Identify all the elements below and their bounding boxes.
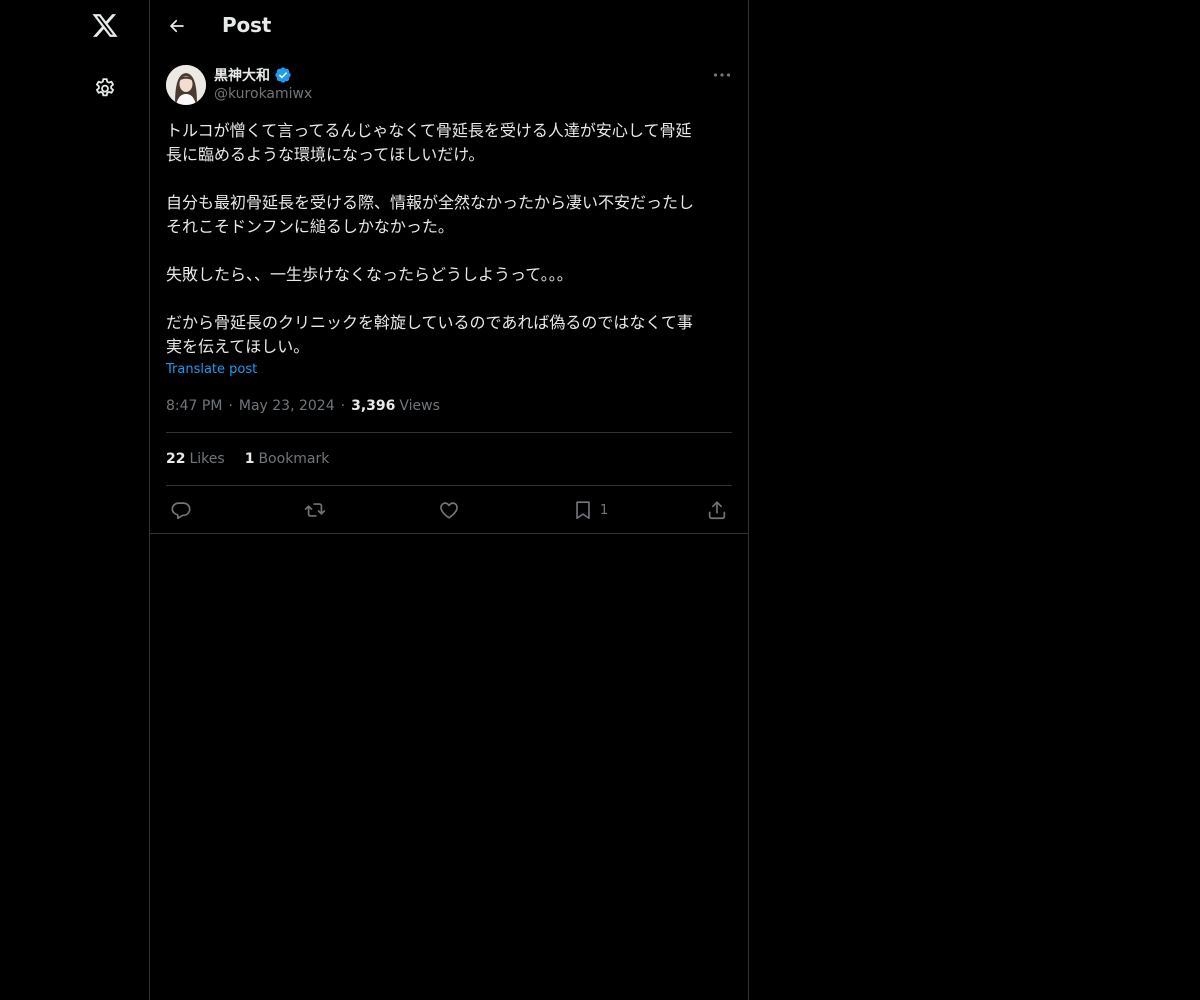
bookmarks-label: Bookmark xyxy=(258,451,330,467)
arrow-left-icon xyxy=(168,17,186,35)
divider xyxy=(166,432,732,433)
divider xyxy=(150,533,748,534)
repost-icon xyxy=(304,499,326,521)
x-logo-link[interactable] xyxy=(81,3,129,51)
page-title: Post xyxy=(222,13,272,37)
bookmarks-stat[interactable]: 1 Bookmark xyxy=(245,451,330,467)
likes-count: 22 xyxy=(166,451,186,467)
bookmark-icon xyxy=(572,499,594,521)
divider xyxy=(166,485,732,486)
name-row: 黒神大和 xyxy=(214,65,292,85)
post-time[interactable]: 8:47 PM xyxy=(166,398,222,414)
gear-icon xyxy=(93,75,117,99)
avatar[interactable] xyxy=(166,65,206,105)
repost-button[interactable] xyxy=(304,494,326,526)
action-bar: 1 xyxy=(166,494,734,526)
post-text: トルコが憎くて言ってるんじゃなくて骨延長を受ける人達が安心して骨延 長に臨めるよ… xyxy=(166,121,695,356)
like-button[interactable] xyxy=(438,494,460,526)
views-count: 3,396 xyxy=(351,398,396,414)
share-button[interactable] xyxy=(706,494,728,526)
views-label: Views xyxy=(399,398,440,414)
meta-separator: · xyxy=(228,398,233,414)
meta-separator: · xyxy=(340,398,346,414)
reply-button[interactable] xyxy=(170,494,192,526)
user-handle[interactable]: @kurokamiwx xyxy=(214,86,312,102)
share-icon xyxy=(706,499,728,521)
verified-badge-icon xyxy=(274,66,292,84)
post-header: Post xyxy=(150,0,748,53)
bookmarks-count: 1 xyxy=(244,451,255,467)
left-nav xyxy=(0,0,150,1000)
post-stats: 22 Likes 1 Bookmark xyxy=(166,449,329,469)
x-logo-icon xyxy=(91,14,119,40)
bookmark-count: 1 xyxy=(600,502,609,518)
likes-stat[interactable]: 22 Likes xyxy=(166,451,225,467)
settings-button[interactable] xyxy=(81,63,129,111)
translate-post-link[interactable]: Translate post xyxy=(166,362,257,377)
post-author: 黒神大和 @kurokamiwx xyxy=(166,64,734,108)
post-column: Post 黒神大和 @kurokamiwx トルコが憎くて言ってるんじゃなくて骨… xyxy=(149,0,749,1000)
post-meta: 8:47 PM · May 23, 2024 · 3,396 Views xyxy=(166,396,734,416)
likes-label: Likes xyxy=(189,451,225,467)
post-date[interactable]: May 23, 2024 xyxy=(239,398,335,414)
display-name[interactable]: 黒神大和 xyxy=(214,65,270,85)
more-horizontal-icon xyxy=(713,72,731,78)
back-button[interactable] xyxy=(160,9,194,43)
more-options-button[interactable] xyxy=(710,64,734,86)
bookmark-button[interactable]: 1 xyxy=(572,494,608,526)
reply-icon xyxy=(170,499,192,521)
heart-icon xyxy=(438,499,460,521)
app-layout: Post 黒神大和 @kurokamiwx トルコが憎くて言ってるんじゃなくて骨… xyxy=(0,0,1200,1000)
